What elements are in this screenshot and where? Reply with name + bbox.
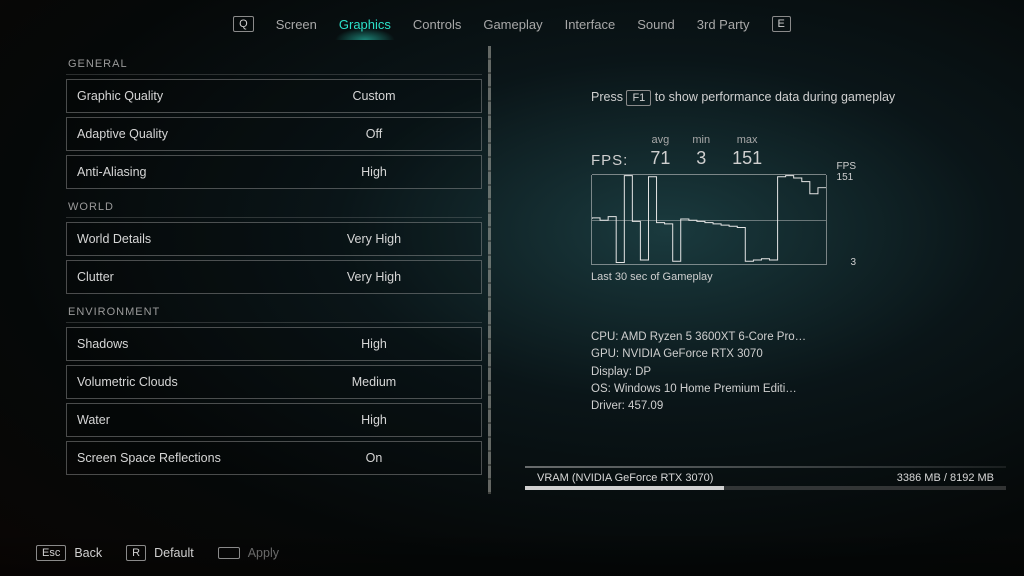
tab-controls[interactable]: Controls (413, 17, 461, 32)
setting-value: High (267, 413, 481, 427)
section-title: WORLD (66, 189, 482, 218)
setting-row[interactable]: Graphic QualityCustom (66, 79, 482, 113)
tab-3rd-party[interactable]: 3rd Party (697, 17, 750, 32)
setting-row[interactable]: Volumetric CloudsMedium (66, 365, 482, 399)
setting-label: Graphic Quality (67, 89, 267, 103)
fps-avg: 71 (650, 148, 670, 169)
fps-axis-label: FPS (837, 161, 856, 172)
setting-value: High (267, 337, 481, 351)
apply-button[interactable]: Apply (218, 546, 279, 560)
tab-sound[interactable]: Sound (637, 17, 675, 32)
settings-tabs: Q Screen Graphics Controls Gameplay Interfac… (0, 0, 1024, 46)
display-info: Display: DP (591, 364, 996, 381)
setting-value: Off (267, 127, 481, 141)
tab-screen[interactable]: Screen (276, 17, 317, 32)
setting-value: High (267, 165, 481, 179)
setting-value: Medium (267, 375, 481, 389)
setting-row[interactable]: Anti-AliasingHigh (66, 155, 482, 189)
setting-value: On (267, 451, 481, 465)
section-title: ENVIRONMENT (66, 294, 482, 323)
next-tab-key: E (772, 16, 791, 32)
fps-stats: FPS: avg71 min3 max151 (591, 134, 996, 169)
tab-gameplay[interactable]: Gameplay (483, 17, 542, 32)
scrollbar[interactable] (488, 46, 491, 494)
setting-label: World Details (67, 232, 267, 246)
performance-panel: Press F1 to show performance data during… (507, 46, 1024, 494)
driver-info: Driver: 457.09 (591, 398, 996, 415)
setting-row[interactable]: WaterHigh (66, 403, 482, 437)
fps-label: FPS: (591, 152, 628, 169)
section-title: GENERAL (66, 46, 482, 75)
fps-chart: FPS 151 3 (591, 175, 827, 265)
perf-hint-key: F1 (626, 90, 651, 106)
chart-caption: Last 30 sec of Gameplay (591, 271, 996, 283)
vram-values: 3386 MB / 8192 MB (897, 472, 994, 484)
cpu-info: CPU: AMD Ryzen 5 3600XT 6-Core Pro… (591, 329, 996, 346)
back-button[interactable]: Esc Back (36, 545, 102, 561)
tab-interface[interactable]: Interface (565, 17, 616, 32)
fps-axis-max: 151 (837, 172, 856, 183)
gpu-info: GPU: NVIDIA GeForce RTX 3070 (591, 346, 996, 363)
perf-hint: Press F1 to show performance data during… (591, 90, 996, 104)
setting-label: Anti-Aliasing (67, 165, 267, 179)
setting-label: Shadows (67, 337, 267, 351)
setting-value: Very High (267, 232, 481, 246)
default-button[interactable]: R Default (126, 545, 194, 561)
setting-label: Adaptive Quality (67, 127, 267, 141)
main-panel: GENERAL Graphic QualityCustom Adaptive Qua… (0, 46, 1024, 494)
tab-graphics[interactable]: Graphics (339, 17, 391, 32)
fps-axis-min: 3 (850, 257, 856, 268)
setting-value: Custom (267, 89, 481, 103)
spacebar-icon (218, 547, 240, 559)
setting-row[interactable]: ClutterVery High (66, 260, 482, 294)
setting-value: Very High (267, 270, 481, 284)
settings-list[interactable]: GENERAL Graphic QualityCustom Adaptive Qua… (66, 46, 482, 494)
setting-label: Water (67, 413, 267, 427)
system-info: CPU: AMD Ryzen 5 3600XT 6-Core Pro… GPU:… (591, 329, 996, 415)
os-info: OS: Windows 10 Home Premium Editi… (591, 381, 996, 398)
fps-max: 151 (732, 148, 762, 169)
footer-actions: Esc Back R Default Apply (0, 530, 1024, 576)
vram-label: VRAM (NVIDIA GeForce RTX 3070) (537, 472, 713, 484)
setting-label: Volumetric Clouds (67, 375, 267, 389)
prev-tab-key: Q (233, 16, 254, 32)
setting-row[interactable]: ShadowsHigh (66, 327, 482, 361)
setting-row[interactable]: World DetailsVery High (66, 222, 482, 256)
setting-row[interactable]: Screen Space ReflectionsOn (66, 441, 482, 475)
setting-row[interactable]: Adaptive QualityOff (66, 117, 482, 151)
fps-min: 3 (696, 148, 706, 169)
setting-label: Clutter (67, 270, 267, 284)
setting-label: Screen Space Reflections (67, 451, 267, 465)
vram-bar: VRAM (NVIDIA GeForce RTX 3070) 3386 MB /… (507, 462, 1024, 494)
